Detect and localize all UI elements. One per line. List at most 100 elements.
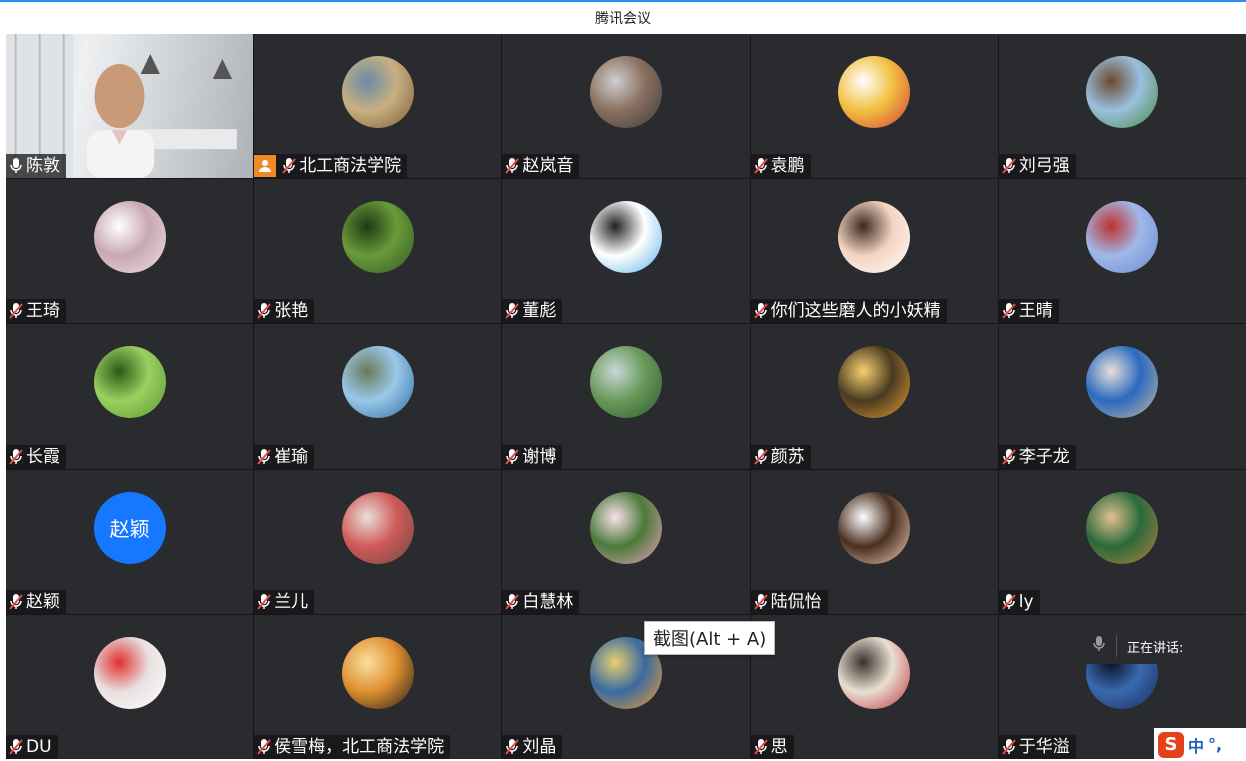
avatar xyxy=(589,56,662,128)
participant-tile[interactable]: 陈敦 xyxy=(6,34,254,179)
avatar xyxy=(1086,346,1159,419)
mic-muted-icon xyxy=(8,302,24,320)
participant-name: 你们这些磨人的小妖精 xyxy=(770,301,941,322)
sogou-logo-icon: S xyxy=(1158,731,1184,758)
avatar-initials: 赵颖 xyxy=(93,491,166,564)
avatar xyxy=(341,201,414,274)
participant-nameplate: 兰儿 xyxy=(254,589,315,614)
participant-tile[interactable]: 兰儿 xyxy=(254,469,502,614)
participant-nameplate: 袁鹏 xyxy=(750,154,811,179)
mic-muted-icon xyxy=(1001,593,1017,611)
mic-muted-icon xyxy=(1001,157,1017,175)
mic-muted-icon xyxy=(504,593,520,611)
avatar xyxy=(341,56,414,128)
participant-name: 崔瑜 xyxy=(274,446,309,467)
screenshot-tooltip: 截图(Alt + A) xyxy=(644,621,776,655)
participant-tile[interactable]: 北工商法学院 xyxy=(254,34,502,179)
mic-muted-icon xyxy=(753,593,769,611)
participant-tile[interactable]: 思 xyxy=(750,614,998,759)
avatar xyxy=(838,346,911,419)
participant-name: 李子龙 xyxy=(1018,446,1070,467)
participant-nameplate: 思 xyxy=(750,734,794,759)
participant-tile[interactable]: 你们这些磨人的小妖精 xyxy=(750,179,998,324)
mic-muted-icon xyxy=(504,448,520,466)
participant-name: 颜苏 xyxy=(770,446,805,467)
avatar xyxy=(589,491,662,564)
participant-tile[interactable]: 袁鹏 xyxy=(750,34,998,179)
mic-muted-icon xyxy=(753,302,769,320)
participant-name: 董彪 xyxy=(522,301,557,322)
avatar xyxy=(589,201,662,274)
participant-tile[interactable]: 长霞 xyxy=(6,324,254,469)
avatar xyxy=(1086,491,1159,564)
participant-tile[interactable]: 陆侃怡 xyxy=(750,469,998,614)
mic-muted-icon xyxy=(504,738,520,756)
participant-name: ly xyxy=(1018,591,1034,612)
participant-nameplate: 崔瑜 xyxy=(254,444,315,469)
mic-muted-icon xyxy=(504,157,520,175)
participant-tile[interactable]: 李子龙 xyxy=(998,324,1246,469)
participant-tile[interactable]: 白慧林 xyxy=(502,469,750,614)
participant-name: 王琦 xyxy=(26,301,60,322)
participant-tile[interactable]: 赵颖 赵颖 xyxy=(6,469,254,614)
avatar xyxy=(838,491,911,564)
participant-grid: 陈敦 北工商法学院 赵岚音 袁鹏 刘弓强王琦 张艳 董彪 你们这些磨人的小妖精 王晴长霞 崔瑜 谢博… xyxy=(6,34,1246,759)
participant-nameplate: 侯雪梅，北工商法学院 xyxy=(254,734,451,759)
participant-tile[interactable]: DU xyxy=(6,614,254,759)
mic-icon xyxy=(1092,635,1106,657)
avatar xyxy=(93,201,166,274)
mic-muted-icon xyxy=(504,302,520,320)
avatar xyxy=(838,636,911,709)
avatar xyxy=(341,346,414,419)
participant-nameplate: 张艳 xyxy=(254,299,315,324)
participant-name: 兰儿 xyxy=(274,591,309,612)
participant-tile[interactable]: 颜苏 xyxy=(750,324,998,469)
participant-tile[interactable]: ly xyxy=(998,469,1246,614)
ime-punctuation[interactable]: °, xyxy=(1208,735,1222,754)
avatar xyxy=(341,636,414,709)
participant-tile[interactable]: 谢博 xyxy=(502,324,750,469)
participant-nameplate: 长霞 xyxy=(6,444,66,469)
avatar xyxy=(341,491,414,564)
mic-muted-icon xyxy=(753,448,769,466)
ime-toolbar[interactable]: S 中 °, xyxy=(1154,728,1246,761)
participant-name: 北工商法学院 xyxy=(299,156,402,177)
mic-muted-icon xyxy=(256,593,272,611)
participant-nameplate: 李子龙 xyxy=(998,444,1076,469)
participant-name: 于华溢 xyxy=(1018,736,1070,757)
participant-tile[interactable]: 董彪 xyxy=(502,179,750,324)
participant-name: 谢博 xyxy=(522,446,557,467)
participant-name: 赵颖 xyxy=(26,591,60,612)
participant-tile[interactable]: 刘弓强 xyxy=(998,34,1246,179)
avatar xyxy=(838,56,911,128)
participant-nameplate: 北工商法学院 xyxy=(254,154,408,179)
mic-icon xyxy=(8,157,24,175)
window-title: 腾讯会议 xyxy=(595,11,651,27)
window-titlebar: 腾讯会议 xyxy=(0,0,1246,34)
mic-muted-icon xyxy=(753,738,769,756)
participant-nameplate: 赵岚音 xyxy=(502,154,580,179)
participant-name: 侯雪梅，北工商法学院 xyxy=(274,736,445,757)
participant-tile[interactable]: 赵岚音 xyxy=(502,34,750,179)
participant-nameplate: 董彪 xyxy=(502,299,563,324)
avatar xyxy=(589,346,662,419)
participant-name: 陆侃怡 xyxy=(770,591,822,612)
participant-nameplate: 谢博 xyxy=(502,444,563,469)
mic-muted-icon xyxy=(8,593,24,611)
participant-tile[interactable]: 侯雪梅，北工商法学院 xyxy=(254,614,502,759)
participant-tile[interactable]: 王晴 xyxy=(998,179,1246,324)
participant-name: 长霞 xyxy=(26,446,60,467)
mic-muted-icon xyxy=(8,738,24,756)
avatar xyxy=(1086,201,1159,274)
ime-mode[interactable]: 中 xyxy=(1188,733,1204,757)
participant-tile[interactable]: 崔瑜 xyxy=(254,324,502,469)
participant-name: 刘晶 xyxy=(522,736,557,757)
participant-nameplate: 陆侃怡 xyxy=(750,589,828,614)
participant-nameplate: 刘晶 xyxy=(502,734,563,759)
avatar xyxy=(93,636,166,709)
mic-muted-icon xyxy=(753,157,769,175)
speaking-label: 正在讲话: xyxy=(1127,640,1184,656)
participant-tile[interactable]: 张艳 xyxy=(254,179,502,324)
mic-muted-icon xyxy=(281,157,297,175)
participant-tile[interactable]: 王琦 xyxy=(6,179,254,324)
